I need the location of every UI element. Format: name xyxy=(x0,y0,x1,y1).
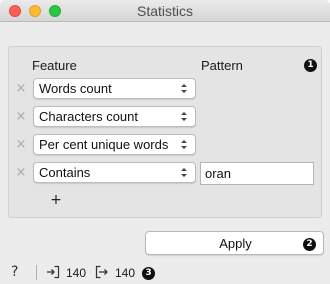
feature-select-3-value: Per cent unique words xyxy=(39,137,169,152)
chevron-updown-icon xyxy=(181,140,187,149)
add-feature-icon[interactable]: + xyxy=(50,192,62,208)
pattern-column-header: Pattern xyxy=(201,58,243,73)
title-bar: Statistics xyxy=(0,0,330,22)
chevron-updown-icon xyxy=(181,168,187,177)
feature-select-2-value: Characters count xyxy=(39,109,138,124)
chevron-updown-icon xyxy=(181,112,187,121)
remove-row-1-icon[interactable]: × xyxy=(15,82,27,96)
help-icon[interactable]: ? xyxy=(11,264,18,280)
apply-button[interactable]: Apply xyxy=(145,231,324,255)
feature-select-4[interactable]: Contains xyxy=(33,162,196,183)
statistics-window: Statistics Feature Pattern 1 × Words cou… xyxy=(0,0,330,284)
input-data-icon xyxy=(47,265,60,279)
pattern-input-4[interactable] xyxy=(200,162,314,185)
remove-row-2-icon[interactable]: × xyxy=(15,110,27,124)
window-title: Statistics xyxy=(136,3,193,19)
output-count: 140 xyxy=(115,266,136,280)
output-data-icon xyxy=(95,265,108,279)
callout-badge-2: 2 xyxy=(303,238,316,251)
remove-row-3-icon[interactable]: × xyxy=(15,138,27,152)
callout-badge-3: 3 xyxy=(142,267,155,280)
feature-select-2[interactable]: Characters count xyxy=(33,106,196,127)
feature-select-4-value: Contains xyxy=(39,165,91,180)
input-count: 140 xyxy=(66,266,87,280)
feature-select-1[interactable]: Words count xyxy=(33,78,196,99)
status-divider xyxy=(36,265,37,280)
apply-button-label: Apply xyxy=(219,236,252,251)
callout-badge-1: 1 xyxy=(304,59,317,72)
feature-select-1-value: Words count xyxy=(39,81,112,96)
feature-column-header: Feature xyxy=(32,58,77,73)
chevron-updown-icon xyxy=(181,84,187,93)
remove-row-4-icon[interactable]: × xyxy=(15,166,27,180)
status-bar: ? 140 140 xyxy=(0,262,330,284)
feature-select-3[interactable]: Per cent unique words xyxy=(33,134,196,155)
